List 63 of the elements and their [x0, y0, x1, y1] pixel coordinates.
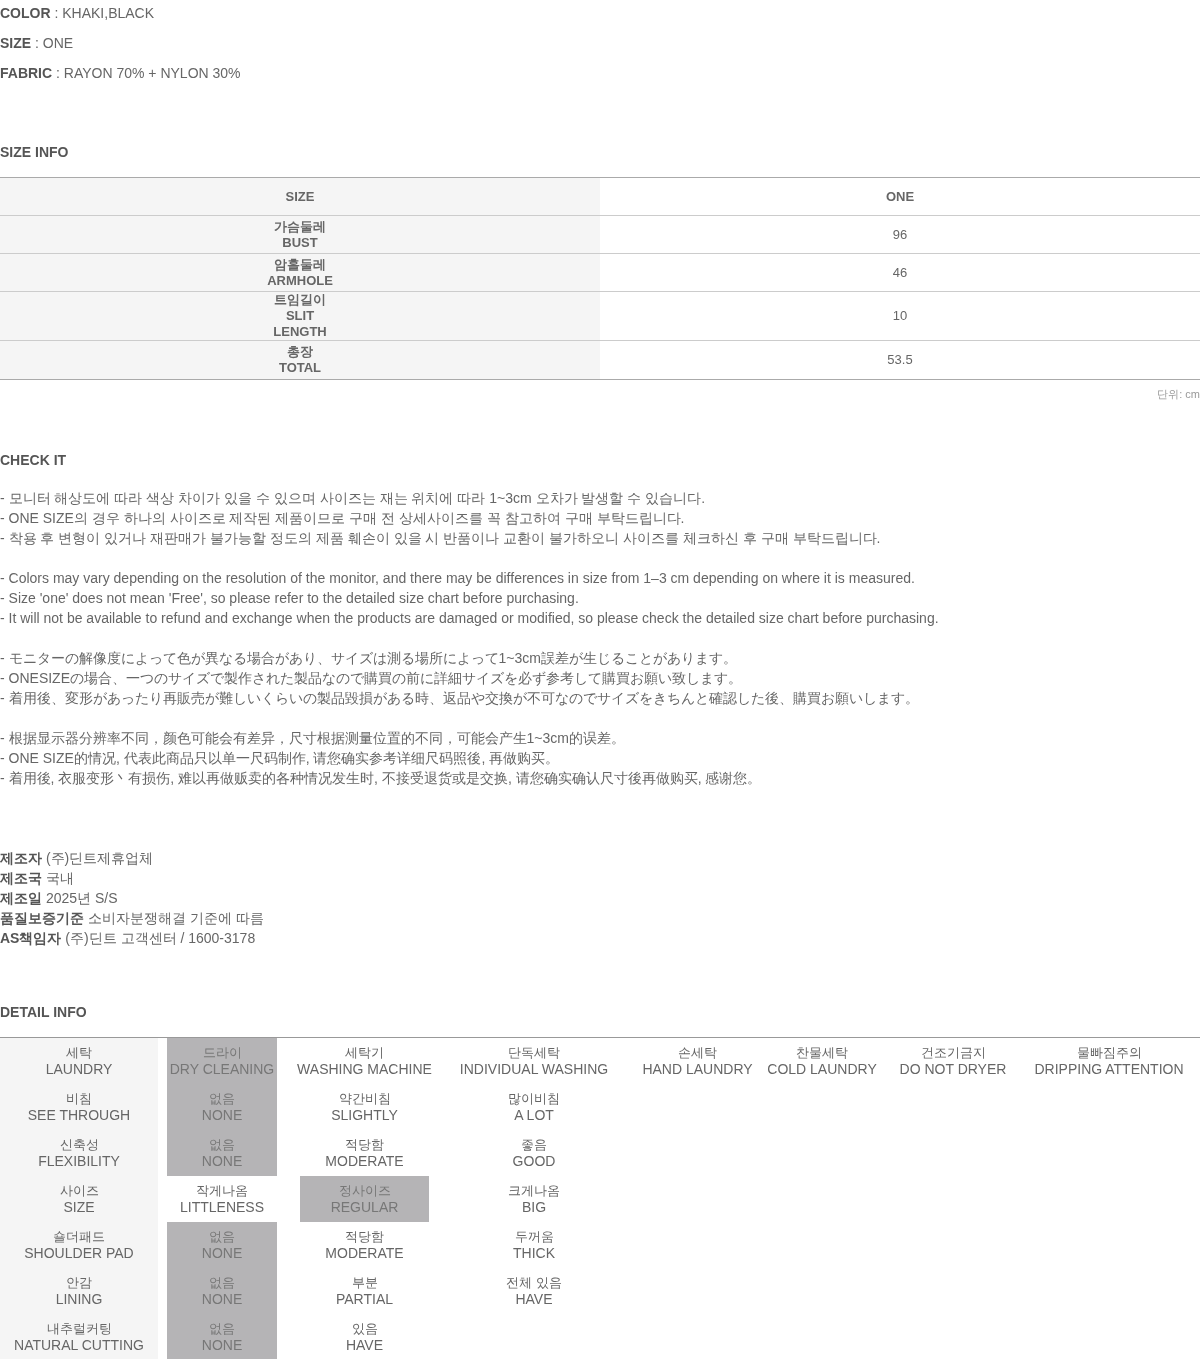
detail-option: 정사이즈 REGULAR [300, 1175, 429, 1222]
notice-line: - ONE SIZE의 경우 하나의 사이즈로 제작된 제품이므로 구매 전 상세사이즈를 꼭 참고하여 구매 부탁드립니다. [0, 508, 686, 528]
unit-note: 단위: cm [1157, 387, 1200, 402]
notice-line: - It will not be available to refund and exchange when the products are damaged or modified, so please check the detailed size chart before purchasing. [0, 608, 940, 628]
detail-option: 부분 PARTIAL [300, 1267, 429, 1314]
spec-line: FABRIC : RAYON 70% + NYLON 30% [0, 64, 242, 83]
notice-line: - 根据显示器分辨率不同，颜色可能会有差异，尺寸根据测量位置的不同，可能会产生1~3cm的误差。 [0, 728, 626, 748]
notice-line: - 着用後, 衣服变形丶有损伤, 难以再做贩卖的各种情况发生时, 不接受退货或是交换, 请您确实确认尺寸後再做购买, 感谢您。 [0, 768, 763, 788]
table-row-label: 트임길이 SLIT LENGTH [0, 292, 600, 340]
detail-option: 찬물세탁 COLD LAUNDRY [756, 1037, 888, 1084]
detail-row-label: 안감 LINING [0, 1267, 158, 1314]
detail-option: 적당함 MODERATE [300, 1221, 429, 1268]
notice-line: - ONESIZEの場合、一つのサイズで製作された製品なので購買の前に詳細サイズを必ず参考して購買お願い致します。 [0, 668, 743, 688]
detail-row-label: 내추럴커팅 NATURAL CUTTING [0, 1313, 158, 1359]
detail-row-label: 세탁 LAUNDRY [0, 1037, 158, 1084]
notice-line: - 着用後、変形があったり再販売が難しいくらいの製品毀損がある時、返品や交換が不可なのでサイズをきちんと確認した後、購買お願いします。 [0, 688, 920, 708]
detail-option: 없음 NONE [167, 1129, 277, 1176]
spec-line: SIZE : ONE [0, 34, 75, 53]
detail-option: 작게나옴 LITTLENESS [167, 1175, 277, 1222]
detail-option: 건조기금지 DO NOT DRYER [888, 1037, 1018, 1084]
notice-line: - Colors may vary depending on the resolution of the monitor, and there may be differences in size from 1–3 cm depending on where it is measured. [0, 568, 916, 588]
section-heading: DETAIL INFO [0, 1002, 88, 1022]
maker-info-line: 품질보증기준 소비자분쟁해결 기준에 따름 [0, 908, 265, 928]
table-row-label: 총장 TOTAL [0, 341, 600, 379]
maker-info-line: 제조자 (주)딘트제휴업체 [0, 848, 155, 868]
detail-option: 없음 NONE [167, 1083, 277, 1130]
detail-row-label: 사이즈 SIZE [0, 1175, 158, 1222]
table-cell-text: 10 [891, 307, 909, 326]
detail-row-label: 신축성 FLEXIBILITY [0, 1129, 158, 1176]
maker-info-line: 제조일 2025년 S/S [0, 888, 119, 908]
detail-option: 전체 있음 HAVE [429, 1267, 639, 1314]
detail-option: 약간비침 SLIGHTLY [300, 1083, 429, 1130]
maker-info-line: AS책임자 (주)딘트 고객센터 / 1600-3178 [0, 928, 257, 948]
table-row-label: 가슴둘레 BUST [0, 216, 600, 253]
notice-line: - 착용 후 변형이 있거나 재판매가 불가능할 정도의 제품 훼손이 있을 시 반품이나 교환이 불가하오니 사이즈를 체크하신 후 구매 부탁드립니다. [0, 528, 882, 548]
notice-line: - モニターの解像度によって色が異なる場合があり、サイズは測る場所によって1~3cm誤差が生じることがあります。 [0, 648, 738, 668]
spec-line: COLOR : KHAKI,BLACK [0, 4, 156, 23]
section-heading: SIZE INFO [0, 143, 70, 162]
detail-option: 물빠짐주의 DRIPPING ATTENTION [1018, 1037, 1200, 1084]
detail-option: 두꺼움 THICK [429, 1221, 639, 1268]
detail-option: 없음 NONE [167, 1313, 277, 1359]
detail-option: 손세탁 HAND LAUNDRY [639, 1037, 756, 1084]
maker-info-line: 제조국 국내 [0, 868, 75, 888]
table-row-label: 암홀둘레 ARMHOLE [0, 254, 600, 291]
table-cell-text: 96 [891, 225, 909, 244]
notice-line: - 모니터 해상도에 따라 색상 차이가 있을 수 있으며 사이즈는 재는 위치에 따라 1~3cm 오차가 발생할 수 있습니다. [0, 488, 707, 508]
detail-option: 있음 HAVE [300, 1313, 429, 1359]
detail-option: 없음 NONE [167, 1267, 277, 1314]
notice-line: - ONE SIZE的情况, 代表此商品只以单一尺码制作, 请您确实参考详细尺码照後, 再做购买。 [0, 748, 561, 768]
section-heading: CHECK IT [0, 450, 68, 470]
detail-row-label: 숄더패드 SHOULDER PAD [0, 1221, 158, 1268]
detail-option: 크게나옴 BIG [429, 1175, 639, 1222]
table-header-cell: SIZE [0, 178, 600, 215]
detail-row-label: 비침 SEE THROUGH [0, 1083, 158, 1130]
detail-option: 드라이 DRY CLEANING [167, 1037, 277, 1084]
detail-option: 좋음 GOOD [429, 1129, 639, 1176]
detail-option: 없음 NONE [167, 1221, 277, 1268]
table-cell-text: 46 [891, 263, 909, 282]
table-header-cell-text: ONE [884, 187, 916, 206]
detail-option: 많이비침 A LOT [429, 1083, 639, 1130]
detail-option: 적당함 MODERATE [300, 1129, 429, 1176]
table-cell-text: 53.5 [886, 351, 914, 370]
notice-line: - Size 'one' does not mean 'Free', so please refer to the detailed size chart before purchasing. [0, 588, 580, 608]
